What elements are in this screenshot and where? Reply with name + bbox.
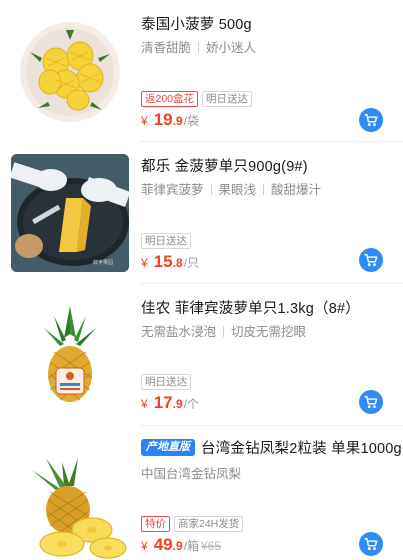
price-decimal: .9	[172, 397, 183, 411]
product-tags: 特价 商家24H发货	[141, 516, 244, 532]
product-image[interactable]	[20, 22, 120, 122]
product-features: 菲律宾菠萝 果眼浅 酸甜爆汁	[141, 179, 321, 198]
price-unit: /只	[183, 256, 199, 270]
product-features: 无需盐水浸泡 切皮无需挖眼	[141, 321, 306, 340]
delivery-tag: 明日送达	[141, 233, 191, 249]
shopping-cart-icon	[364, 254, 378, 267]
product-features: 中国台湾金钻凤梨	[141, 463, 241, 482]
image-watermark: 鲜丰果园	[93, 259, 113, 266]
price-integer: 15	[153, 252, 173, 271]
feature-text: 果眼浅	[218, 183, 257, 197]
price-decimal: .9	[172, 114, 183, 128]
feature-text: 中国台湾金钻凤梨	[141, 467, 242, 481]
product-title[interactable]: 都乐 金菠萝单只900g(9#)	[141, 155, 308, 176]
price-integer: 49	[153, 535, 173, 554]
price-decimal: .9	[172, 539, 183, 553]
origin-direct-badge: 产地直版	[141, 439, 195, 456]
shipping-tag: 商家24H发货	[174, 516, 244, 532]
add-to-cart-button[interactable]	[359, 390, 383, 414]
product-image[interactable]	[22, 452, 130, 560]
product-item[interactable]: 佳农 菲律宾菠萝单只1.3kg（8#） 无需盐水浸泡 切皮无需挖眼 明日送达 ¥ …	[0, 284, 403, 424]
product-tags: 返200盒花 明日送达	[141, 91, 253, 107]
delivery-tag: 明日送达	[141, 374, 191, 390]
product-title[interactable]: 佳农 菲律宾菠萝单只1.3kg（8#）	[141, 297, 360, 318]
product-price: ¥ 17 .9 /个	[141, 393, 199, 413]
feature-text: 菲律宾菠萝	[141, 183, 204, 197]
shopping-cart-icon	[364, 396, 378, 409]
price-decimal: .8	[172, 256, 183, 270]
shopping-cart-icon	[364, 114, 378, 127]
price-unit: /个	[183, 397, 199, 411]
rebate-tag: 返200盒花	[141, 91, 199, 107]
add-to-cart-button[interactable]	[359, 108, 383, 132]
product-item[interactable]: 产地直版 台湾金钻凤梨2粒装 单果1000g+ 中国台湾金钻凤梨 特价 商家24…	[0, 426, 403, 560]
feature-text: 酸甜爆汁	[271, 183, 322, 197]
currency-symbol: ¥	[141, 114, 148, 128]
feature-divider	[263, 184, 265, 195]
shopping-cart-icon	[364, 538, 378, 551]
product-item[interactable]: 鲜丰果园 都乐 金菠萝单只900g(9#) 菲律宾菠萝 果眼浅 酸甜爆汁 明日送达 …	[0, 142, 403, 282]
feature-divider	[198, 42, 200, 53]
feature-text: 无需盐水浸泡	[141, 325, 217, 339]
feature-text: 清香甜脆	[141, 41, 192, 55]
price-integer: 19	[153, 110, 173, 129]
add-to-cart-button[interactable]	[359, 248, 383, 272]
feature-text: 娇小迷人	[206, 41, 257, 55]
currency-symbol: ¥	[141, 539, 148, 553]
delivery-tag: 明日送达	[202, 91, 253, 107]
product-features: 清香甜脆 娇小迷人	[141, 37, 256, 56]
currency-symbol: ¥	[141, 397, 148, 411]
special-price-tag: 特价	[141, 516, 170, 532]
product-price: ¥ 15 .8 /只	[141, 252, 199, 272]
product-image[interactable]	[28, 304, 112, 404]
product-tags: 明日送达	[141, 233, 191, 249]
price-unit: /袋	[183, 114, 199, 128]
product-title-line[interactable]: 产地直版 台湾金钻凤梨2粒装 单果1000g+	[141, 437, 403, 458]
product-price: ¥ 19 .9 /袋	[141, 110, 199, 130]
add-to-cart-button[interactable]	[359, 532, 383, 556]
price-integer: 17	[153, 393, 173, 412]
product-price: ¥ 49 .9 /箱 ¥65	[141, 535, 221, 555]
original-price: ¥65	[200, 539, 221, 553]
feature-divider	[223, 326, 225, 337]
feature-text: 切皮无需挖眼	[231, 325, 307, 339]
product-image[interactable]: 鲜丰果园	[11, 154, 129, 272]
product-title[interactable]: 台湾金钻凤梨2粒装 单果1000g+	[201, 437, 403, 458]
currency-symbol: ¥	[141, 256, 148, 270]
product-item[interactable]: 泰国小菠萝 500g 清香甜脆 娇小迷人 返200盒花 明日送达 ¥ 19 .9 …	[0, 0, 403, 140]
price-unit: /箱	[183, 539, 199, 553]
product-tags: 明日送达	[141, 374, 191, 390]
feature-divider	[210, 184, 212, 195]
product-title[interactable]: 泰国小菠萝 500g	[141, 13, 252, 34]
